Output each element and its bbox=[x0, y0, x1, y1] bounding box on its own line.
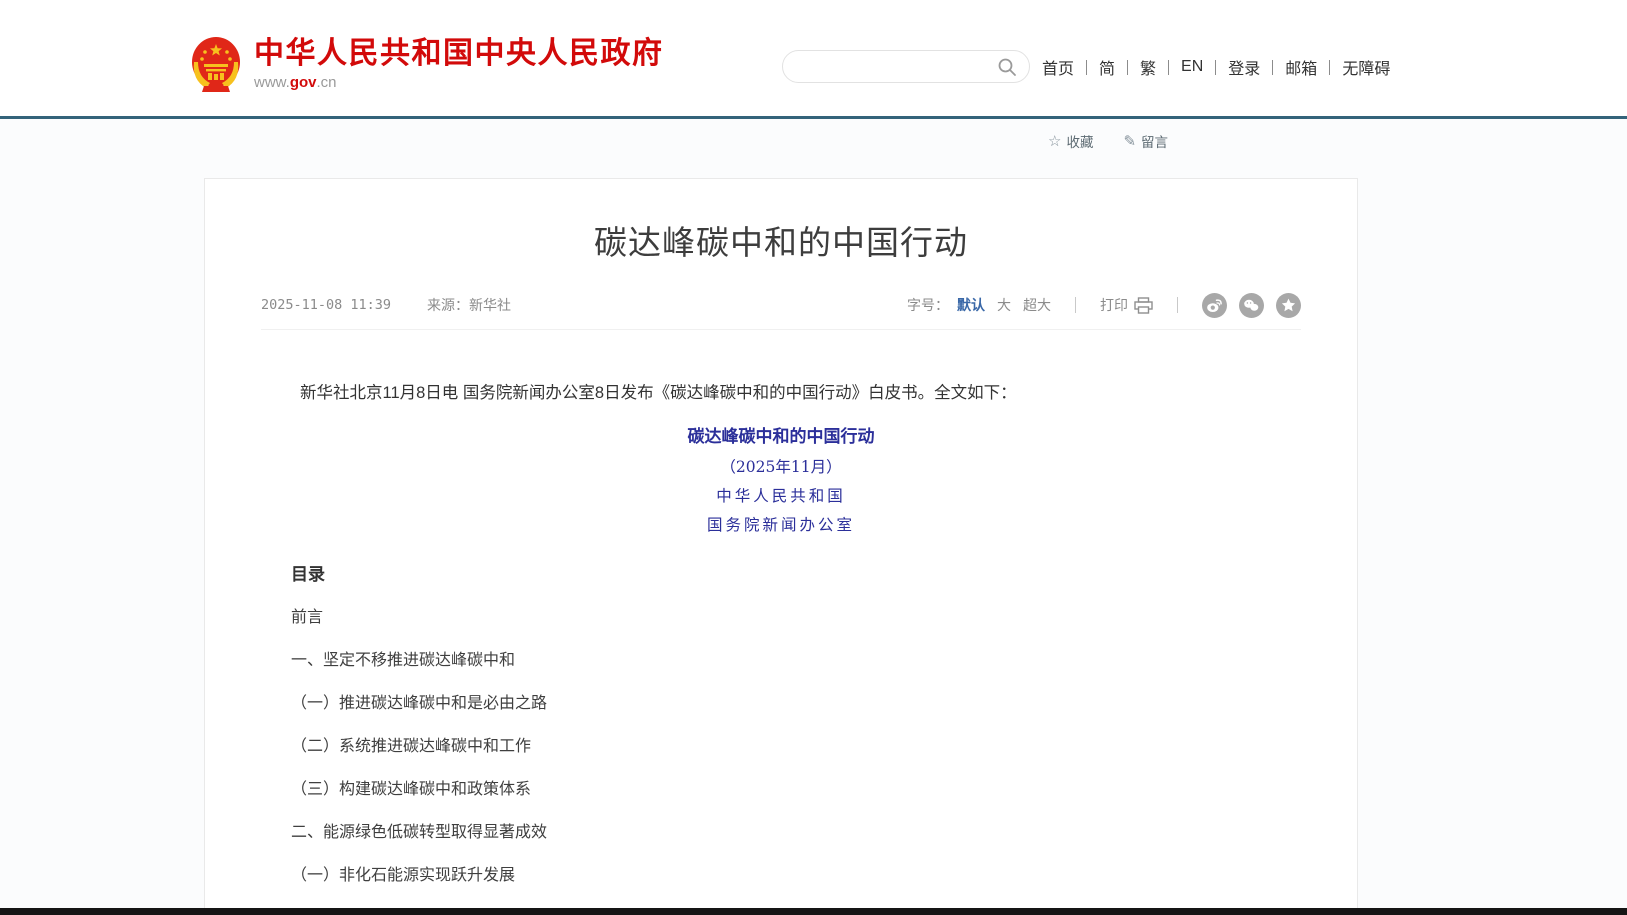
print-label: 打印 bbox=[1100, 295, 1128, 315]
site-header: 中华人民共和国中央人民政府 www.gov.cn 首页简繁EN登录邮箱无障碍 bbox=[0, 0, 1627, 119]
comment-button[interactable]: ✎ 留言 bbox=[1123, 131, 1168, 151]
source-label: 来源： bbox=[427, 295, 469, 315]
toc-item: 二、能源绿色低碳转型取得显著成效 bbox=[291, 821, 1271, 845]
pencil-icon: ✎ bbox=[1123, 132, 1136, 150]
article-meta-row: 2025-11-08 11:39 来源： 新华社 字号： 默认 大 超大 打印 bbox=[261, 292, 1301, 318]
source-name[interactable]: 新华社 bbox=[469, 295, 511, 315]
site-logo[interactable]: 中华人民共和国中央人民政府 www.gov.cn bbox=[190, 36, 664, 92]
comment-label: 留言 bbox=[1141, 131, 1168, 151]
printer-icon bbox=[1134, 297, 1153, 314]
fontsize-label: 字号： bbox=[907, 295, 949, 315]
site-url-domain: gov bbox=[290, 74, 317, 91]
page-main: ☆ 收藏 ✎ 留言 碳达峰碳中和的中国行动 2025-11-08 11:39 来… bbox=[0, 119, 1627, 912]
toc-heading: 目录 bbox=[291, 563, 1357, 587]
fontsize-default-button[interactable]: 默认 bbox=[957, 295, 985, 315]
toc-item: 一、坚定不移推进碳达峰碳中和 bbox=[291, 649, 1271, 673]
search-box[interactable] bbox=[782, 50, 1030, 83]
site-url-suffix: .cn bbox=[317, 74, 337, 91]
fontsize-large-button[interactable]: 大 bbox=[997, 295, 1011, 315]
top-nav-item[interactable]: 首页 bbox=[1042, 55, 1074, 79]
top-nav-item[interactable]: 繁 bbox=[1115, 55, 1156, 79]
toc-item: 前言 bbox=[291, 606, 1271, 630]
toc-list: 前言一、坚定不移推进碳达峰碳中和 （一）推进碳达峰碳中和是必由之路 （二）系统推进碳… bbox=[205, 606, 1357, 888]
publish-time: 2025-11-08 11:39 bbox=[261, 297, 391, 313]
favorite-button[interactable]: ☆ 收藏 bbox=[1048, 131, 1093, 151]
document-org-line-2: 国务院新闻办公室 bbox=[205, 513, 1357, 537]
fontsize-xlarge-button[interactable]: 超大 bbox=[1023, 295, 1051, 315]
toc-item: （一）推进碳达峰碳中和是必由之路 bbox=[291, 692, 1271, 716]
toolbar-divider bbox=[1075, 297, 1076, 313]
top-nav-item[interactable]: 登录 bbox=[1203, 55, 1260, 79]
site-url: www.gov.cn bbox=[254, 74, 664, 91]
top-nav-item[interactable]: 简 bbox=[1074, 55, 1115, 79]
toc-item: （一）非化石能源实现跃升发展 bbox=[291, 864, 1271, 888]
top-nav-item[interactable]: 无障碍 bbox=[1317, 55, 1390, 79]
share-icons bbox=[1202, 293, 1301, 318]
document-title: 碳达峰碳中和的中国行动 bbox=[205, 424, 1357, 450]
favorite-label: 收藏 bbox=[1066, 131, 1093, 151]
site-title: 中华人民共和国中央人民政府 bbox=[254, 37, 664, 71]
meta-left: 2025-11-08 11:39 来源： 新华社 bbox=[261, 295, 511, 315]
top-nav-item[interactable]: 邮箱 bbox=[1260, 55, 1317, 79]
lead-paragraph: 新华社北京11月8日电 国务院新闻办公室8日发布《碳达峰碳中和的中国行动》白皮书… bbox=[267, 380, 1295, 406]
meta-divider bbox=[261, 329, 1301, 330]
article-card: 碳达峰碳中和的中国行动 2025-11-08 11:39 来源： 新华社 字号：… bbox=[204, 178, 1358, 915]
site-url-prefix: www. bbox=[254, 74, 290, 91]
document-heading: 碳达峰碳中和的中国行动 （2025年11月） 中华人民共和国 国务院新闻办公室 bbox=[205, 424, 1357, 537]
national-emblem-icon bbox=[190, 36, 242, 92]
document-org-line-1: 中华人民共和国 bbox=[205, 484, 1357, 508]
wechat-icon[interactable] bbox=[1239, 293, 1264, 318]
star-share-icon[interactable] bbox=[1276, 293, 1301, 318]
search-icon[interactable] bbox=[997, 57, 1017, 77]
toc-item: （三）构建碳达峰碳中和政策体系 bbox=[291, 778, 1271, 802]
meta-toolbar: 字号： 默认 大 超大 打印 bbox=[907, 293, 1301, 318]
top-nav-item[interactable]: EN bbox=[1156, 58, 1203, 76]
print-button[interactable]: 打印 bbox=[1100, 295, 1153, 315]
bottom-screen-edge-bar bbox=[0, 908, 1627, 915]
star-outline-icon: ☆ bbox=[1048, 132, 1061, 150]
article-title: 碳达峰碳中和的中国行动 bbox=[205, 220, 1357, 266]
search-input[interactable] bbox=[795, 59, 997, 75]
document-date-line: （2025年11月） bbox=[205, 455, 1357, 479]
toc-item: （二）系统推进碳达峰碳中和工作 bbox=[291, 735, 1271, 759]
weibo-icon[interactable] bbox=[1202, 293, 1227, 318]
top-nav: 首页简繁EN登录邮箱无障碍 bbox=[1042, 54, 1390, 80]
page-actions: ☆ 收藏 ✎ 留言 bbox=[1048, 131, 1168, 151]
toolbar-divider bbox=[1177, 297, 1178, 313]
